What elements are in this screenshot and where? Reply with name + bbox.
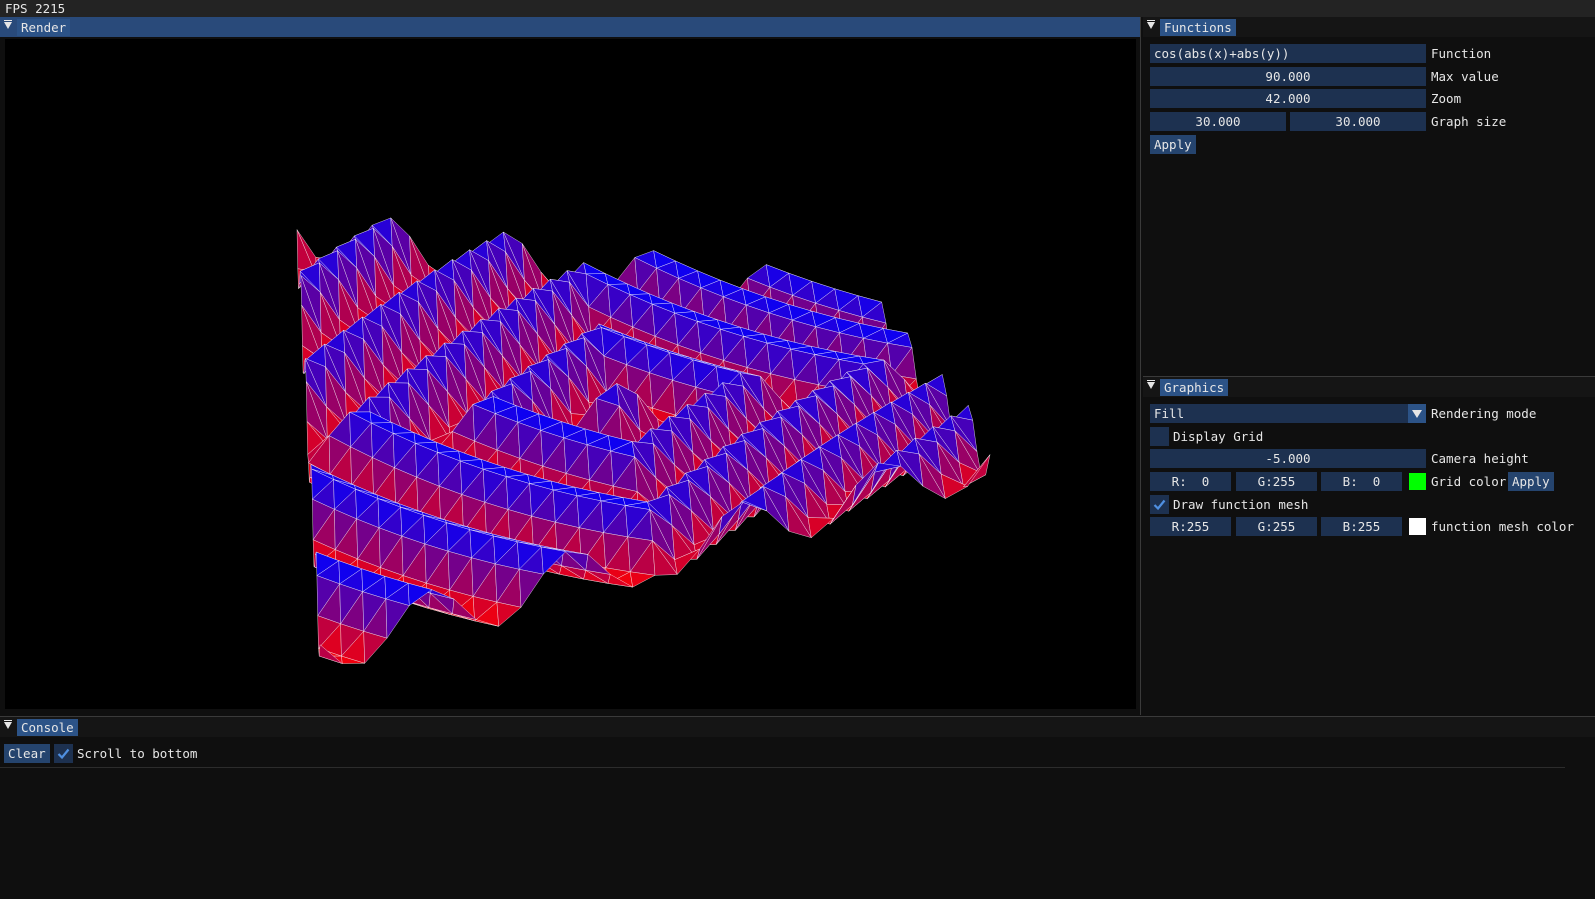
- console-tab[interactable]: Console: [17, 719, 78, 736]
- scroll-to-bottom-checkbox[interactable]: [54, 744, 73, 763]
- display-grid-label: Display Grid: [1173, 429, 1264, 444]
- camera-height-label: Camera height: [1431, 451, 1529, 466]
- mesh-color-label: function mesh color: [1431, 519, 1574, 534]
- zoom-input[interactable]: 42.000: [1150, 89, 1426, 108]
- zoom-label: Zoom: [1431, 91, 1462, 106]
- draw-function-mesh-checkbox[interactable]: [1150, 495, 1169, 514]
- surface-triangle: [807, 517, 835, 539]
- rendering-mode-select[interactable]: Fill: [1150, 404, 1408, 423]
- rendering-mode-label: Rendering mode: [1431, 406, 1537, 421]
- graph-size-y-input[interactable]: 30.000: [1290, 112, 1426, 131]
- fps-counter: FPS 2215: [5, 1, 66, 16]
- clear-button[interactable]: Clear: [4, 744, 50, 763]
- scroll-to-bottom-label: Scroll to bottom: [77, 746, 198, 761]
- grid-color-label: Grid color: [1431, 474, 1507, 489]
- checkmark-icon: [57, 748, 70, 760]
- camera-height-input[interactable]: -5.000: [1150, 449, 1426, 468]
- max-value-input[interactable]: 90.000: [1150, 67, 1426, 86]
- console-title-bar[interactable]: Console: [0, 717, 1595, 737]
- graph-size-label: Graph size: [1431, 114, 1507, 129]
- render-tab[interactable]: Render: [17, 19, 71, 36]
- chevron-down-icon[interactable]: [1408, 404, 1426, 423]
- apply-button[interactable]: Apply: [1150, 135, 1196, 154]
- surface-triangle: [518, 568, 544, 609]
- console-window: Console Clear Scroll to bottom: [0, 716, 1595, 899]
- checkmark-icon: [1153, 499, 1166, 511]
- draw-function-mesh-label: Draw function mesh: [1173, 497, 1309, 512]
- grid-color-g-input[interactable]: G:255: [1236, 472, 1317, 491]
- graphics-title-bar[interactable]: Graphics: [1143, 377, 1595, 397]
- console-log-area[interactable]: [0, 768, 1595, 898]
- collapse-triangle-icon[interactable]: [1147, 20, 1155, 29]
- collapse-triangle-icon[interactable]: [1147, 380, 1155, 389]
- surface-triangle: [385, 598, 410, 639]
- functions-tab[interactable]: Functions: [1160, 19, 1236, 36]
- render-title-bar[interactable]: Render: [0, 17, 1140, 37]
- display-grid-checkbox[interactable]: [1150, 427, 1169, 446]
- functions-title-bar[interactable]: Functions: [1143, 17, 1595, 37]
- render-window: Render: [0, 17, 1141, 715]
- graph-size-x-input[interactable]: 30.000: [1150, 112, 1286, 131]
- top-bar: FPS 2215: [0, 0, 1595, 17]
- mesh-color-r-input[interactable]: R:255: [1150, 517, 1231, 536]
- grid-color-apply-button[interactable]: Apply: [1508, 472, 1554, 491]
- collapse-triangle-icon[interactable]: [4, 20, 12, 29]
- mesh-color-swatch[interactable]: [1409, 518, 1426, 535]
- max-value-label: Max value: [1431, 69, 1499, 84]
- functions-window: Functions cos(abs(x)+abs(y)) Function 90…: [1143, 17, 1595, 377]
- grid-color-b-input[interactable]: B: 0: [1321, 472, 1402, 491]
- surface-triangle: [583, 262, 606, 275]
- graphics-tab[interactable]: Graphics: [1160, 379, 1229, 396]
- render-viewport[interactable]: [5, 39, 1136, 709]
- grid-color-r-input[interactable]: R: 0: [1150, 472, 1231, 491]
- function-label: Function: [1431, 46, 1492, 61]
- function-surface-plot[interactable]: [5, 39, 1136, 709]
- surface-mesh: [296, 217, 991, 664]
- mesh-color-b-input[interactable]: B:255: [1321, 517, 1402, 536]
- mesh-color-g-input[interactable]: G:255: [1236, 517, 1317, 536]
- grid-color-swatch[interactable]: [1409, 473, 1426, 490]
- graphics-window: Graphics Fill Rendering mode Display Gri…: [1143, 377, 1595, 715]
- collapse-triangle-icon[interactable]: [4, 720, 12, 729]
- function-input[interactable]: cos(abs(x)+abs(y)): [1150, 44, 1426, 63]
